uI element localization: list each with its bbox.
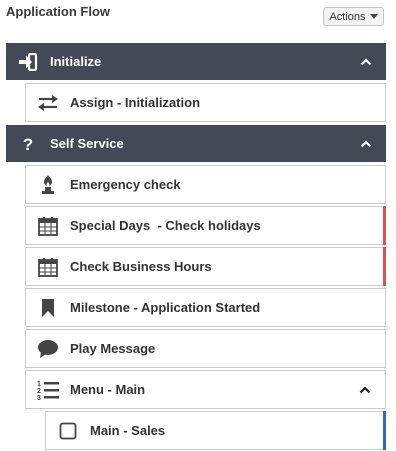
flow-item-label: Emergency check <box>70 177 181 192</box>
status-marker <box>383 411 386 450</box>
flow-item-milestone[interactable]: Milestone - Application Started <box>25 288 386 327</box>
actions-button[interactable]: Actions <box>323 7 384 26</box>
question-icon: ? <box>6 135 50 153</box>
section-label: Initialize <box>50 54 102 69</box>
chevron-up-icon[interactable] <box>345 385 385 394</box>
section-header-initialize[interactable]: Initialize <box>6 43 386 80</box>
flow-item-play-message[interactable]: Play Message <box>25 329 386 368</box>
flow-item-special-days[interactable]: Special Days - Check holidays <box>25 206 386 245</box>
flow-item-check-business-hours[interactable]: Check Business Hours <box>25 247 386 286</box>
caret-down-icon <box>369 14 378 19</box>
flow-item-label: Main - Sales <box>90 423 166 438</box>
calendar-icon <box>26 216 70 236</box>
sign-in-icon <box>6 52 50 71</box>
flow-item-label: Play Message <box>70 341 156 356</box>
flow-item-label: Assign - Initialization <box>70 95 201 110</box>
exchange-icon <box>26 94 70 112</box>
checkbox-icon[interactable] <box>46 422 90 440</box>
chevron-up-icon[interactable] <box>346 57 386 66</box>
flow-item-label: Special Days - Check holidays <box>70 218 261 233</box>
actions-label: Actions <box>329 10 366 23</box>
flow-item-label: Check Business Hours <box>70 259 212 274</box>
svg-text:1: 1 <box>37 381 41 388</box>
flow-item-menu-main[interactable]: 1 2 3 Menu - Main <box>25 370 386 409</box>
flow-item-emergency-check[interactable]: Emergency check <box>25 165 386 204</box>
flow-item-label: Menu - Main <box>70 382 146 397</box>
calendar-icon <box>26 257 70 277</box>
ordered-list-icon: 1 2 3 <box>26 379 70 401</box>
section-label: Self Service <box>50 136 124 151</box>
flow-item-label: Milestone - Application Started <box>70 300 261 315</box>
svg-text:3: 3 <box>37 395 41 401</box>
flow-item-main-sales[interactable]: Main - Sales <box>45 411 386 450</box>
comment-icon <box>26 339 70 359</box>
status-marker <box>383 247 386 286</box>
bookmark-icon <box>26 298 70 318</box>
section-header-self-service[interactable]: ? Self Service <box>6 125 386 162</box>
status-marker <box>383 206 386 245</box>
app-title: Application Flow <box>6 4 110 19</box>
fire-extinguisher-icon <box>26 174 70 196</box>
svg-text:?: ? <box>23 135 33 153</box>
svg-text:2: 2 <box>37 388 41 395</box>
chevron-up-icon[interactable] <box>346 139 386 148</box>
flow-item-assign-initialization[interactable]: Assign - Initialization <box>25 83 386 122</box>
